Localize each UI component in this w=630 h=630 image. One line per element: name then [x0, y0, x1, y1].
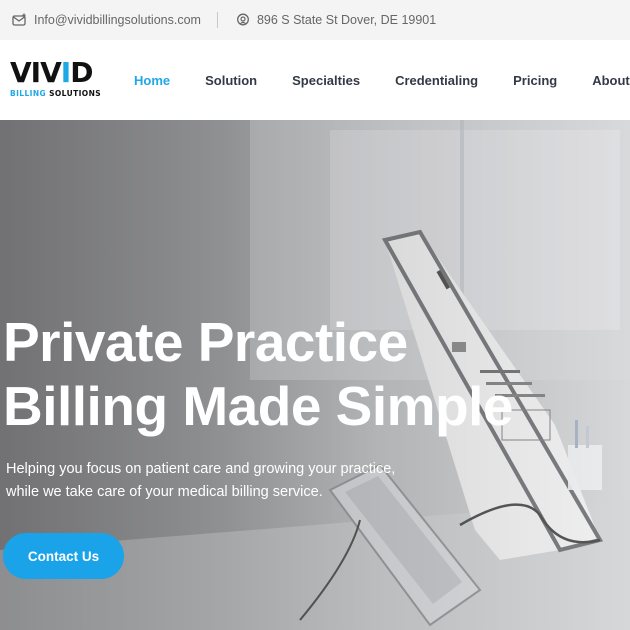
hero-section: Private Practice Billing Made Simple Hel… [0, 120, 630, 630]
nav-about-us[interactable]: About Us [592, 73, 630, 88]
hero-title-line-2: Billing Made Simple [3, 375, 514, 437]
hero-title-line-1: Private Practice [3, 311, 408, 373]
email-text[interactable]: Info@vividbillingsolutions.com [34, 13, 201, 27]
logo-wordmark: VIVID [10, 56, 93, 89]
nav-solution[interactable]: Solution [205, 73, 257, 88]
nav-pricing[interactable]: Pricing [513, 73, 557, 88]
nav-specialties[interactable]: Specialties [292, 73, 360, 88]
address-text: 896 S State St Dover, DE 19901 [256, 13, 437, 27]
contact-us-button[interactable]: Contact Us [3, 533, 124, 579]
address-info: 896 S State St Dover, DE 19901 [236, 13, 436, 27]
location-pin-icon [236, 13, 249, 26]
hero-description-line-1: Helping you focus on patient care and gr… [6, 461, 396, 477]
hero-title: Private Practice Billing Made Simple [3, 310, 603, 438]
site-header: VIVID BILLING SOLUTIONS Home Solution Sp… [0, 40, 630, 120]
top-info-bar: Info@vividbillingsolutions.com 896 S Sta… [0, 0, 630, 40]
divider [216, 12, 218, 28]
nav-home[interactable]: Home [134, 73, 170, 88]
mail-icon [12, 13, 26, 26]
hero-description: Helping you focus on patient care and gr… [6, 458, 426, 504]
email-info[interactable]: Info@vividbillingsolutions.com [12, 13, 201, 27]
nav-credentialing[interactable]: Credentialing [395, 73, 478, 88]
hero-description-line-2: while we take care of your medical billi… [6, 484, 323, 500]
main-nav: Home Solution Specialties Credentialing … [134, 40, 630, 120]
logo[interactable]: VIVID BILLING SOLUTIONS [10, 58, 106, 102]
logo-tagline: BILLING SOLUTIONS [10, 89, 102, 98]
